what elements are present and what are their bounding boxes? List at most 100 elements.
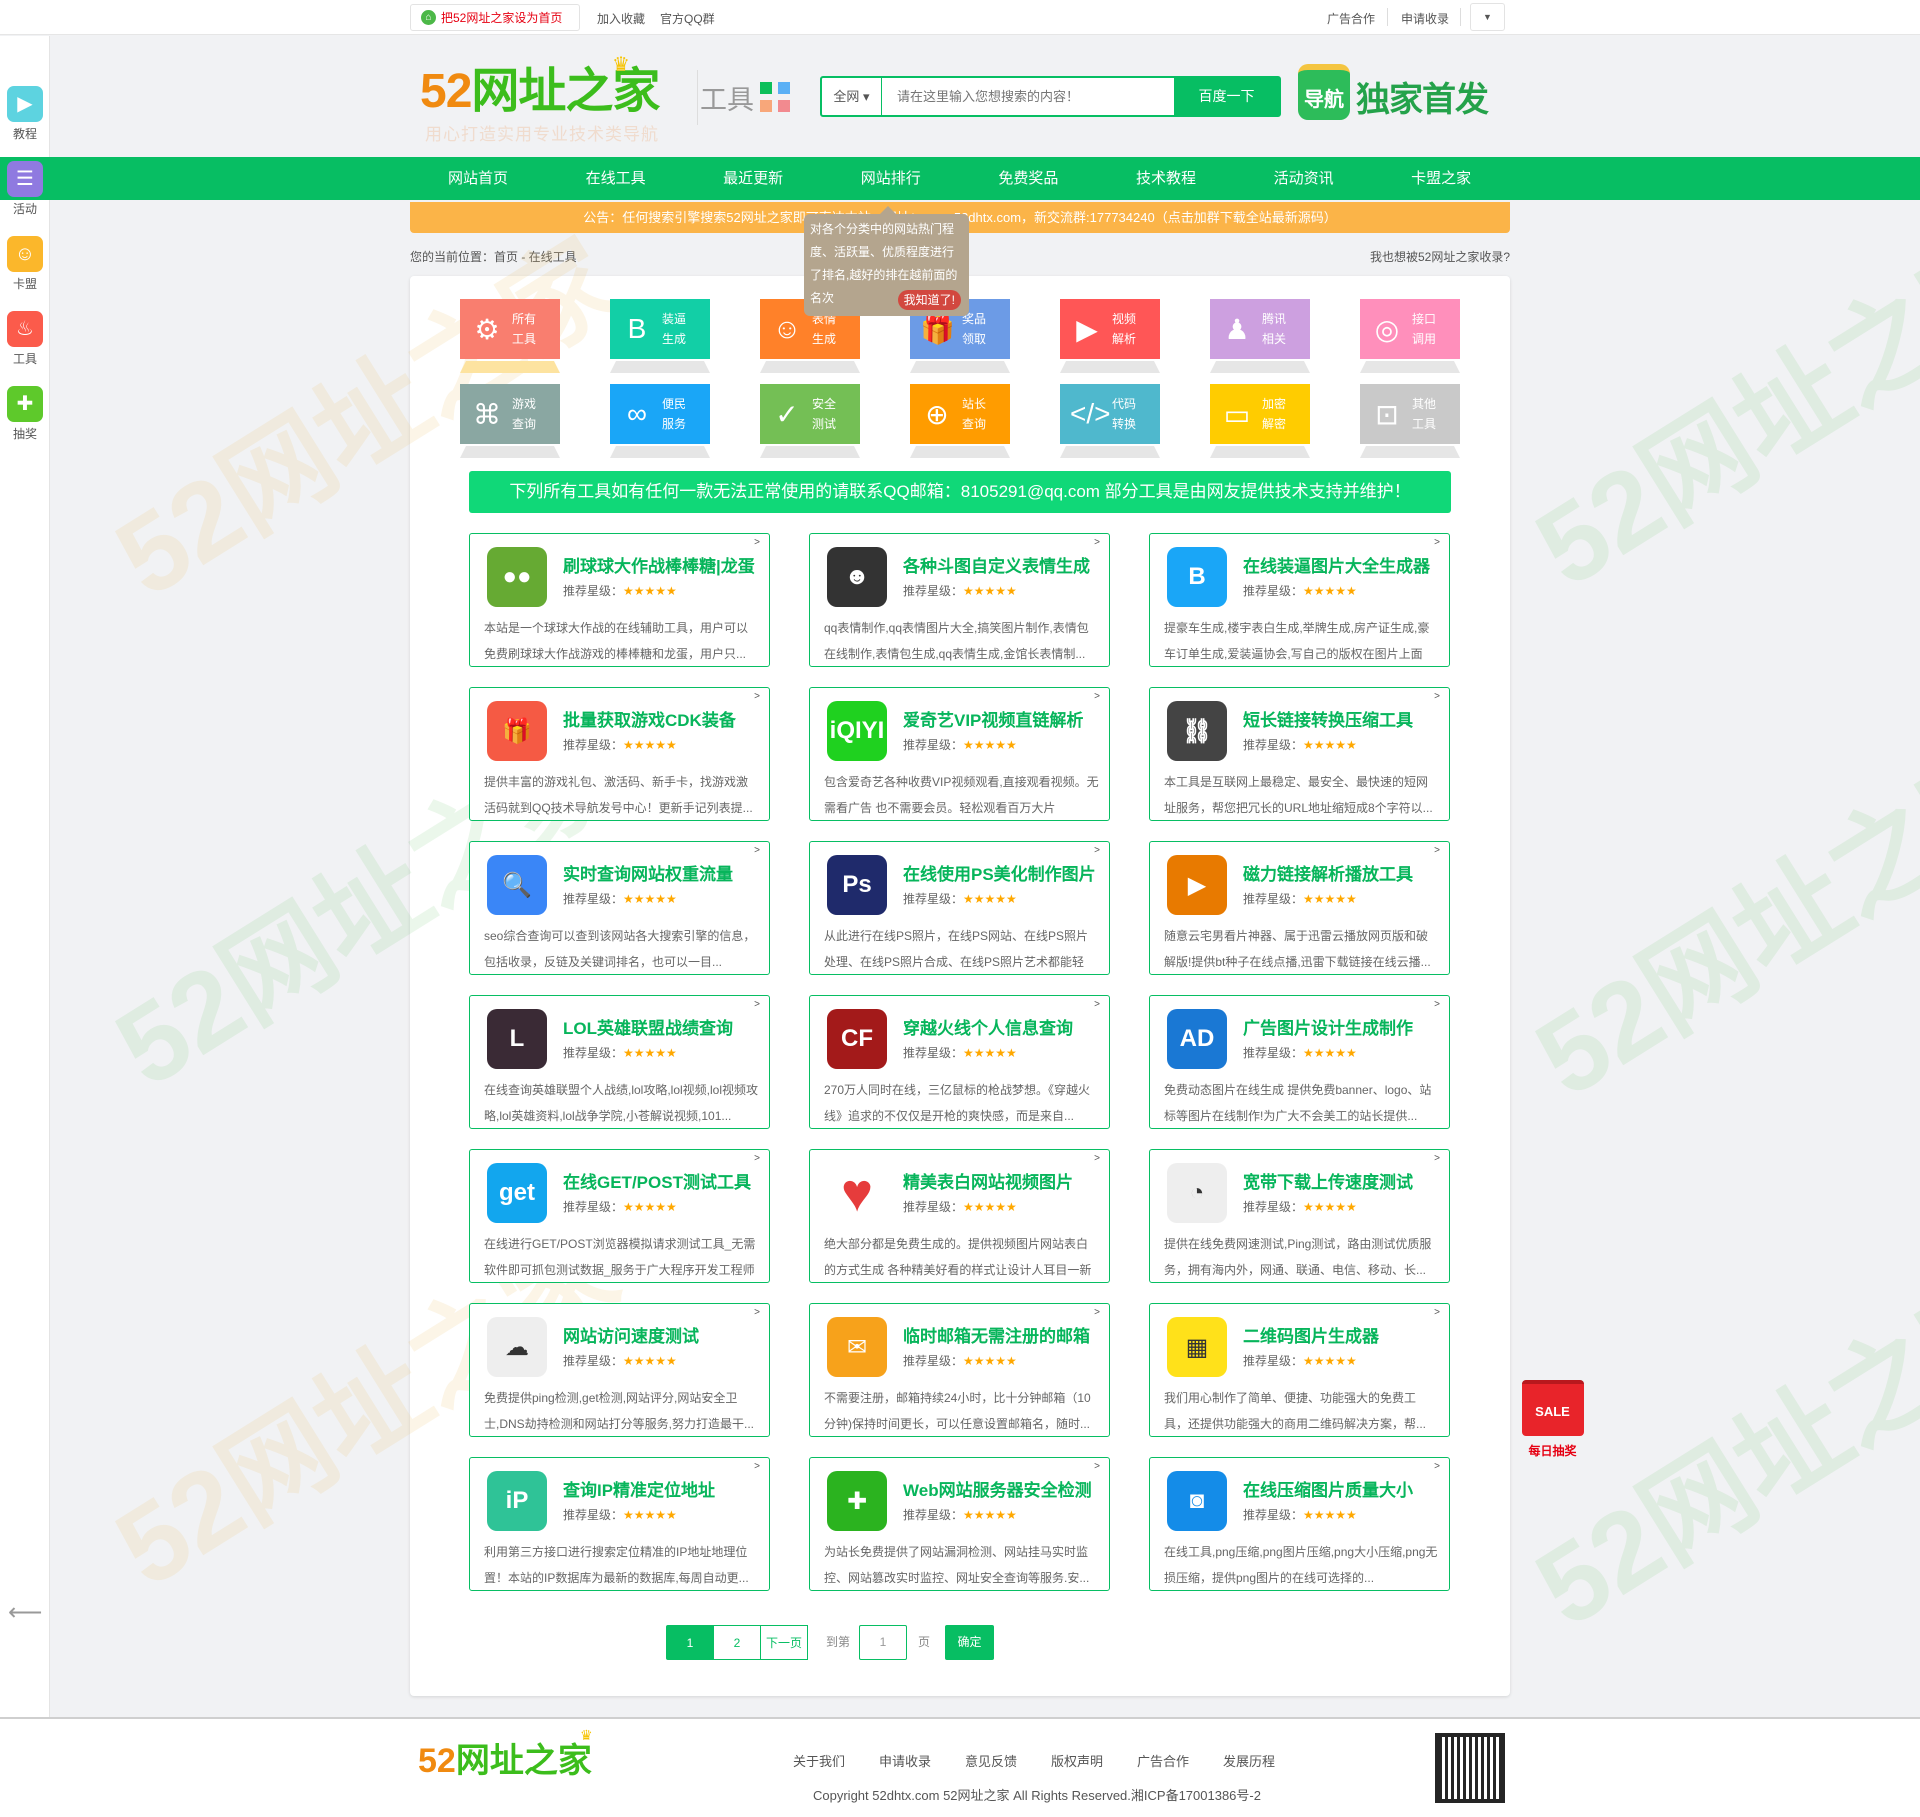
tool-title[interactable]: 网站访问速度测试	[563, 1322, 699, 1347]
chevron-down-icon[interactable]: ▼	[1470, 3, 1505, 31]
tooltip-dismiss-button[interactable]: 我知道了!	[897, 290, 961, 310]
tool-title[interactable]: 在线GET/POST测试工具	[563, 1168, 751, 1193]
sidebar-item-1[interactable]: ☰ 活动	[6, 161, 44, 217]
category-tile[interactable]: ⊕ 站长 查询	[910, 384, 1010, 444]
search-input[interactable]	[882, 78, 1174, 115]
tool-card[interactable]: > ◔ 宽带下载上传速度测试 推荐星级：★★★★★ 提供在线免费网速测试,Ping测试，…	[1149, 1149, 1450, 1283]
star-rating: ★★★★★	[1303, 1354, 1357, 1368]
tool-title[interactable]: 精美表白网站视频图片	[903, 1168, 1073, 1193]
category-tile[interactable]: ▭ 加密 解密	[1210, 384, 1310, 444]
nav-item-3[interactable]: 网站排行	[822, 157, 960, 200]
category-tile[interactable]: ∞ 便民 服务	[610, 384, 710, 444]
category-tile[interactable]: B 装逼 生成	[610, 299, 710, 359]
tool-card[interactable]: > iQIYI 爱奇艺VIP视频直链解析 推荐星级：★★★★★ 包含爱奇艺各种收费VIP…	[809, 687, 1110, 821]
tool-card[interactable]: > CF 穿越火线个人信息查询 推荐星级：★★★★★ 270万人同时在线，三亿鼠标的枪战…	[809, 995, 1110, 1129]
sidebar-item-2[interactable]: ☺ 卡盟	[6, 236, 44, 292]
search-scope-select[interactable]: 全网 ▾	[822, 78, 882, 115]
tool-title[interactable]: 在线装逼图片大全生成器	[1243, 552, 1430, 577]
tool-card[interactable]: > ▦ 二维码图片生成器 推荐星级：★★★★★ 我们用心制作了简单、便捷、功能强大的免费…	[1149, 1303, 1450, 1437]
tool-title[interactable]: 在线使用PS美化制作图片	[903, 860, 1096, 885]
add-favorite-link[interactable]: 加入收藏	[597, 10, 645, 27]
category-tile[interactable]: ◎ 接口 调用	[1360, 299, 1460, 359]
tool-title[interactable]: 查询IP精准定位地址	[563, 1476, 715, 1501]
tool-card[interactable]: > ◙ 在线压缩图片质量大小 推荐星级：★★★★★ 在线工具,png压缩,png图片压缩…	[1149, 1457, 1450, 1591]
nav-item-4[interactable]: 免费奖品	[959, 157, 1097, 200]
apply-listing-link[interactable]: 我也想被52网址之家收录?	[1370, 248, 1510, 265]
tool-card[interactable]: > iP 查询IP精准定位地址 推荐星级：★★★★★ 利用第三方接口进行搜索定位精准的I…	[469, 1457, 770, 1591]
footer-link[interactable]: 申请收录	[879, 1751, 931, 1770]
chevron-right-icon: >	[1094, 1153, 1100, 1164]
tool-card[interactable]: > Ps 在线使用PS美化制作图片 推荐星级：★★★★★ 从此进行在线PS照片，在线PS…	[809, 841, 1110, 975]
tool-card[interactable]: > L LOL英雄联盟战绩查询 推荐星级：★★★★★ 在线查询英雄联盟个人战绩,lol攻…	[469, 995, 770, 1129]
nav-item-1[interactable]: 在线工具	[547, 157, 685, 200]
tool-title[interactable]: 短长链接转换压缩工具	[1243, 706, 1413, 731]
tool-title[interactable]: 临时邮箱无需注册的邮箱	[903, 1322, 1090, 1347]
qq-group-link[interactable]: 官方QQ群	[660, 10, 715, 27]
tool-card[interactable]: > ✉ 临时邮箱无需注册的邮箱 推荐星级：★★★★★ 不需要注册，邮箱持续24小时，比十…	[809, 1303, 1110, 1437]
tool-card[interactable]: > ☻ 各种斗图自定义表情生成 推荐星级：★★★★★ qq表情制作,qq表情图片大全,搞…	[809, 533, 1110, 667]
tool-card[interactable]: > ♥ 精美表白网站视频图片 推荐星级：★★★★★ 绝大部分都是免费生成的。提供视频图片…	[809, 1149, 1110, 1283]
tool-description: 在线工具,png压缩,png图片压缩,png大小压缩,png无损压缩，提供png…	[1164, 1545, 1438, 1585]
tool-title[interactable]: 在线压缩图片质量大小	[1243, 1476, 1413, 1501]
nav-item-7[interactable]: 卡盟之家	[1372, 157, 1510, 200]
category-tile[interactable]: ⊡ 其他 工具	[1360, 384, 1460, 444]
tool-title[interactable]: 宽带下载上传速度测试	[1243, 1168, 1413, 1193]
apply-listing-link[interactable]: 申请收录	[1401, 10, 1449, 27]
footer-link[interactable]: 广告合作	[1137, 1751, 1189, 1770]
tool-card[interactable]: > B 在线装逼图片大全生成器 推荐星级：★★★★★ 提豪车生成,楼宇表白生成,举牌生成…	[1149, 533, 1450, 667]
next-page-button[interactable]: 下一页	[760, 1625, 808, 1660]
page-2-button[interactable]: 2	[713, 1625, 761, 1660]
tool-card[interactable]: > ⛓ 短长链接转换压缩工具 推荐星级：★★★★★ 本工具是互联网上最稳定、最安全、最快…	[1149, 687, 1450, 821]
nav-item-2[interactable]: 最近更新	[684, 157, 822, 200]
ad-cooperation-link[interactable]: 广告合作	[1327, 10, 1375, 27]
nav-item-5[interactable]: 技术教程	[1097, 157, 1235, 200]
sidebar-item-0[interactable]: ▶ 教程	[6, 86, 44, 142]
tool-card[interactable]: > 🔍 实时查询网站权重流量 推荐星级：★★★★★ seo综合查询可以查到该网站各大搜索…	[469, 841, 770, 975]
tool-title[interactable]: 穿越火线个人信息查询	[903, 1014, 1073, 1039]
category-label: 游戏 查询	[512, 394, 540, 434]
page-1-button[interactable]: 1	[666, 1625, 714, 1660]
footer-link[interactable]: 版权声明	[1051, 1751, 1103, 1770]
tool-title[interactable]: 批量获取游戏CDK装备	[563, 706, 736, 731]
back-arrow-icon[interactable]: ⟵	[8, 1598, 42, 1627]
sidebar-item-3[interactable]: ♨ 工具	[6, 311, 44, 367]
tool-card[interactable]: > AD 广告图片设计生成制作 推荐星级：★★★★★ 免费动态图片在线生成 提供免费ba…	[1149, 995, 1450, 1129]
category-tile[interactable]: ⚙ 所有 工具	[460, 299, 560, 359]
nav-item-6[interactable]: 活动资讯	[1235, 157, 1373, 200]
category-tile[interactable]: ▶ 视频 解析	[1060, 299, 1160, 359]
tool-title[interactable]: 广告图片设计生成制作	[1243, 1014, 1413, 1039]
daily-lottery[interactable]: SALE 每日抽奖	[1515, 1380, 1590, 1459]
tool-title[interactable]: 实时查询网站权重流量	[563, 860, 733, 885]
tool-title[interactable]: 各种斗图自定义表情生成	[903, 552, 1090, 577]
goto-confirm-button[interactable]: 确定	[945, 1625, 994, 1660]
tool-title[interactable]: 磁力链接解析播放工具	[1243, 860, 1413, 885]
footer-link[interactable]: 发展历程	[1223, 1751, 1275, 1770]
search-button[interactable]: 百度一下	[1174, 78, 1279, 115]
rating-label: 推荐星级：	[1243, 584, 1304, 598]
nav-item-0[interactable]: 网站首页	[409, 157, 547, 200]
tool-card[interactable]: > ☁ 网站访问速度测试 推荐星级：★★★★★ 免费提供ping检测,get检测,网站评…	[469, 1303, 770, 1437]
category-tile[interactable]: ♟ 腾讯 相关	[1210, 299, 1310, 359]
footer-link[interactable]: 意见反馈	[965, 1751, 1017, 1770]
tool-title[interactable]: 爱奇艺VIP视频直链解析	[903, 706, 1083, 731]
tool-card[interactable]: > 🎁 批量获取游戏CDK装备 推荐星级：★★★★★ 提供丰富的游戏礼包、激活码、新手卡…	[469, 687, 770, 821]
tool-title[interactable]: 刷球球大作战棒棒糖|龙蛋	[563, 552, 755, 577]
sidebar-item-4[interactable]: ✚ 抽奖	[6, 386, 44, 442]
footer-logo[interactable]: 52网址之家	[418, 1739, 592, 1783]
tool-card[interactable]: > ▶ 磁力链接解析播放工具 推荐星级：★★★★★ 随意云宅男看片神器、属于迅雷云播放网…	[1149, 841, 1450, 975]
tool-title[interactable]: Web网站服务器安全检测	[903, 1476, 1092, 1501]
tool-card[interactable]: > ●● 刷球球大作战棒棒糖|龙蛋 推荐星级：★★★★★ 本站是一个球球大作战的在线辅助…	[469, 533, 770, 667]
tool-card[interactable]: > ✚ Web网站服务器安全检测 推荐星级：★★★★★ 为站长免费提供了网站漏洞检测、网…	[809, 1457, 1110, 1591]
star-rating: ★★★★★	[623, 1200, 677, 1214]
tool-title[interactable]: LOL英雄联盟战绩查询	[563, 1014, 733, 1039]
tool-card[interactable]: > get 在线GET/POST测试工具 推荐星级：★★★★★ 在线进行GET/POST…	[469, 1149, 770, 1283]
page-number-input[interactable]	[859, 1625, 907, 1660]
tool-title[interactable]: 二维码图片生成器	[1243, 1322, 1379, 1347]
set-homepage-link[interactable]: ⌂ 把52网址之家设为首页	[410, 4, 580, 31]
footer-link[interactable]: 关于我们	[793, 1751, 845, 1770]
category-tile[interactable]: ⌘ 游戏 查询	[460, 384, 560, 444]
chevron-right-icon: >	[1094, 537, 1100, 548]
tool-description: 本工具是互联网上最稳定、最安全、最快速的短网址服务，帮您把冗长的URL地址缩短成…	[1164, 775, 1433, 815]
category-tile[interactable]: </> 代码 转换	[1060, 384, 1160, 444]
category-tile[interactable]: ✓ 安全 测试	[760, 384, 860, 444]
